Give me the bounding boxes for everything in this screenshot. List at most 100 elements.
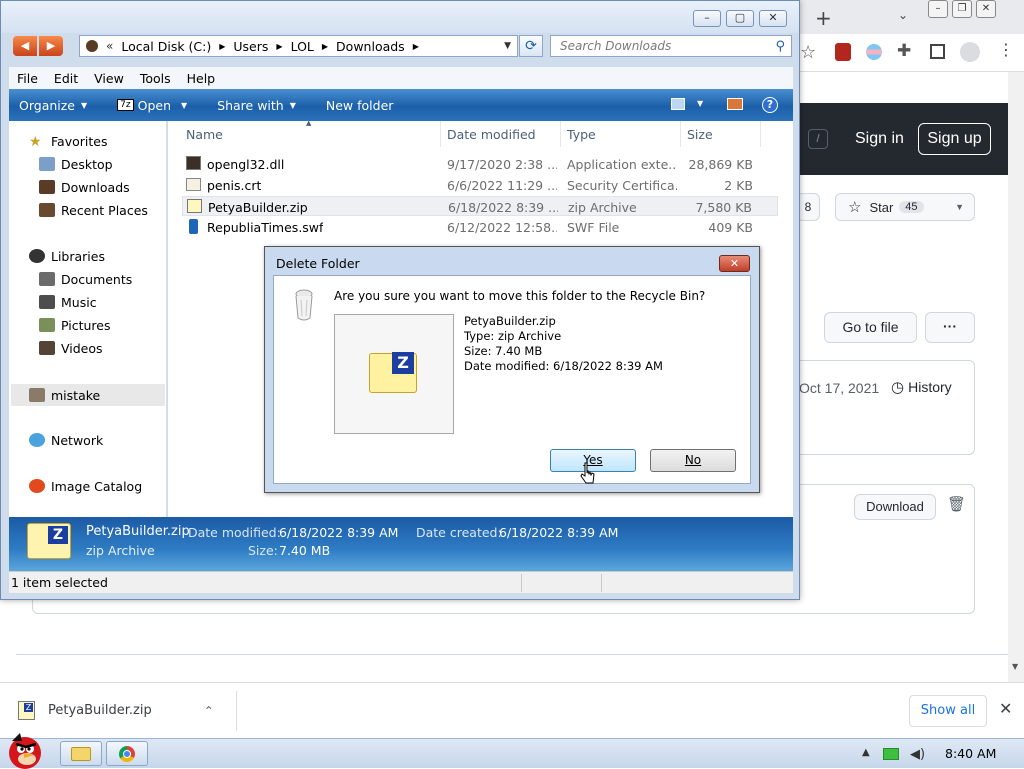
more-options-button[interactable]: ···: [925, 312, 975, 343]
nav-mistake[interactable]: mistake: [11, 384, 165, 406]
taskbar-chrome-button[interactable]: [106, 741, 148, 766]
column-divider[interactable]: [560, 121, 561, 147]
dialog-file-date: Date modified: 6/18/2022 8:39 AM: [464, 359, 663, 373]
star-dropdown-icon[interactable]: ▼: [955, 202, 964, 212]
pictures-icon: [39, 318, 55, 332]
open-button[interactable]: 7z Open ▼: [117, 98, 187, 113]
menu-file[interactable]: File: [9, 71, 46, 86]
help-icon[interactable]: ?: [762, 97, 778, 113]
tray-expand-icon[interactable]: ▲: [862, 747, 870, 758]
nav-image-catalog[interactable]: Image Catalog: [29, 476, 142, 496]
go-to-file-button[interactable]: Go to file: [824, 312, 917, 343]
nav-favorites[interactable]: ★ Favorites: [29, 131, 107, 151]
nav-videos[interactable]: Videos: [39, 338, 103, 358]
download-item[interactable]: Z PetyaBuilder.zip ⌃: [18, 701, 214, 720]
history-clock-icon: ◷: [891, 379, 905, 396]
crumb-users[interactable]: Users: [233, 39, 268, 54]
file-row[interactable]: opengl32.dll 9/17/2020 2:38 ... Applicat…: [182, 154, 778, 174]
star-button[interactable]: ☆ Star 45 ▼: [835, 193, 975, 221]
view-options-icon[interactable]: [671, 98, 685, 110]
new-folder-button[interactable]: New folder: [326, 98, 394, 113]
nav-desktop[interactable]: Desktop: [39, 154, 113, 174]
show-all-button[interactable]: Show all: [909, 695, 987, 727]
download-button[interactable]: Download: [854, 494, 936, 520]
sign-in-link[interactable]: Sign in: [855, 130, 904, 148]
restore-icon[interactable]: ❐: [952, 0, 972, 18]
page-scrollbar[interactable]: ▼: [1008, 72, 1024, 682]
file-type: SWF File: [567, 220, 620, 235]
menu-tools[interactable]: Tools: [132, 71, 179, 86]
search-slash-key[interactable]: /: [808, 129, 828, 149]
explorer-close-icon[interactable]: ✕: [759, 10, 787, 27]
forward-arrow-icon[interactable]: ▶: [39, 36, 63, 56]
certificate-file-icon: [186, 178, 201, 191]
tab-search-icon[interactable]: ⌄: [898, 8, 908, 22]
search-input[interactable]: Search Downloads ⚲: [550, 35, 792, 57]
nav-libraries[interactable]: Libraries: [29, 246, 105, 266]
clock[interactable]: 8:40 AM: [945, 746, 996, 761]
nav-recent-places[interactable]: Recent Places: [39, 200, 148, 220]
address-dropdown-icon[interactable]: ▼: [504, 41, 511, 51]
file-row[interactable]: RepubliaTimes.swf 6/12/2022 12:58... SWF…: [182, 217, 778, 237]
menu-view[interactable]: View: [86, 71, 132, 86]
trash-icon[interactable]: 🗑: [947, 495, 966, 513]
search-icon[interactable]: ⚲: [775, 39, 785, 54]
column-divider[interactable]: [440, 121, 441, 147]
chevron-up-icon[interactable]: ⌃: [204, 704, 214, 718]
side-panel-icon[interactable]: [930, 44, 945, 59]
extension-shield-icon[interactable]: [835, 43, 851, 61]
address-bar[interactable]: « Local Disk (C:) ▶ Users ▶ LOL ▶ Downlo…: [79, 35, 518, 57]
explorer-titlebar[interactable]: – ▢ ✕: [1, 1, 799, 33]
address-overflow[interactable]: «: [106, 39, 113, 53]
refresh-icon[interactable]: ⟳: [519, 35, 543, 57]
column-name[interactable]: Name: [186, 127, 223, 142]
explorer-minimize-icon[interactable]: –: [693, 10, 721, 27]
nav-network[interactable]: Network: [29, 430, 103, 450]
new-tab-icon[interactable]: +: [815, 6, 832, 30]
history-link[interactable]: ◷ History: [891, 378, 952, 396]
file-row-selected[interactable]: PetyaBuilder.zip 6/18/2022 8:39 ... zip …: [182, 196, 778, 216]
profile-avatar-icon[interactable]: [960, 42, 980, 62]
start-button-angry-bird-icon[interactable]: [2, 731, 48, 769]
crumb-lol[interactable]: LOL: [291, 39, 314, 54]
column-divider[interactable]: [680, 121, 681, 147]
nav-music[interactable]: Music: [39, 292, 97, 312]
organize-button[interactable]: Organize ▼: [19, 98, 87, 113]
file-info: PetyaBuilder.zip Type: zip Archive Size:…: [464, 314, 663, 374]
column-size[interactable]: Size: [687, 127, 713, 142]
nav-documents[interactable]: Documents: [39, 269, 132, 289]
taskbar-explorer-button[interactable]: [60, 741, 102, 766]
column-date-modified[interactable]: Date modified: [447, 127, 536, 142]
minimize-icon[interactable]: –: [928, 0, 948, 18]
sign-up-button[interactable]: Sign up: [918, 123, 991, 155]
crumb-local-disk[interactable]: Local Disk (C:): [121, 39, 211, 54]
dialog-close-icon[interactable]: ✕: [719, 255, 750, 272]
explorer-maximize-icon[interactable]: ▢: [726, 10, 754, 27]
file-row[interactable]: penis.crt 6/6/2022 11:29 ... Security Ce…: [182, 175, 778, 195]
column-divider[interactable]: [760, 121, 761, 147]
nav-downloads[interactable]: Downloads: [39, 177, 130, 197]
menu-help[interactable]: Help: [179, 71, 224, 86]
column-type[interactable]: Type: [567, 127, 596, 142]
share-with-button[interactable]: Share with ▼: [217, 98, 296, 113]
close-download-bar-icon[interactable]: ✕: [999, 699, 1012, 718]
chrome-menu-icon[interactable]: ⋮: [998, 40, 1014, 59]
extensions-puzzle-icon[interactable]: ✚: [897, 41, 911, 61]
file-type: zip Archive: [568, 200, 637, 215]
volume-tray-icon[interactable]: ◀): [910, 747, 925, 762]
back-arrow-icon[interactable]: ◀: [13, 36, 37, 56]
network-tray-icon[interactable]: [883, 748, 899, 760]
scroll-down-icon[interactable]: ▼: [1012, 662, 1018, 671]
bookmark-star-icon[interactable]: ☆: [800, 42, 816, 63]
crumb-downloads[interactable]: Downloads: [336, 39, 405, 54]
status-divider: [521, 574, 522, 592]
file-date: 6/6/2022 11:29 ...: [447, 178, 557, 193]
view-dropdown-icon[interactable]: ▼: [697, 99, 703, 108]
menu-edit[interactable]: Edit: [46, 71, 86, 86]
nav-pictures[interactable]: Pictures: [39, 315, 111, 335]
close-icon[interactable]: ✕: [976, 0, 996, 18]
extension-flag-icon[interactable]: [866, 44, 882, 60]
dialog-body: Are you sure you want to move this folde…: [273, 275, 751, 484]
no-button[interactable]: No: [650, 449, 736, 472]
preview-pane-icon[interactable]: [727, 98, 743, 110]
